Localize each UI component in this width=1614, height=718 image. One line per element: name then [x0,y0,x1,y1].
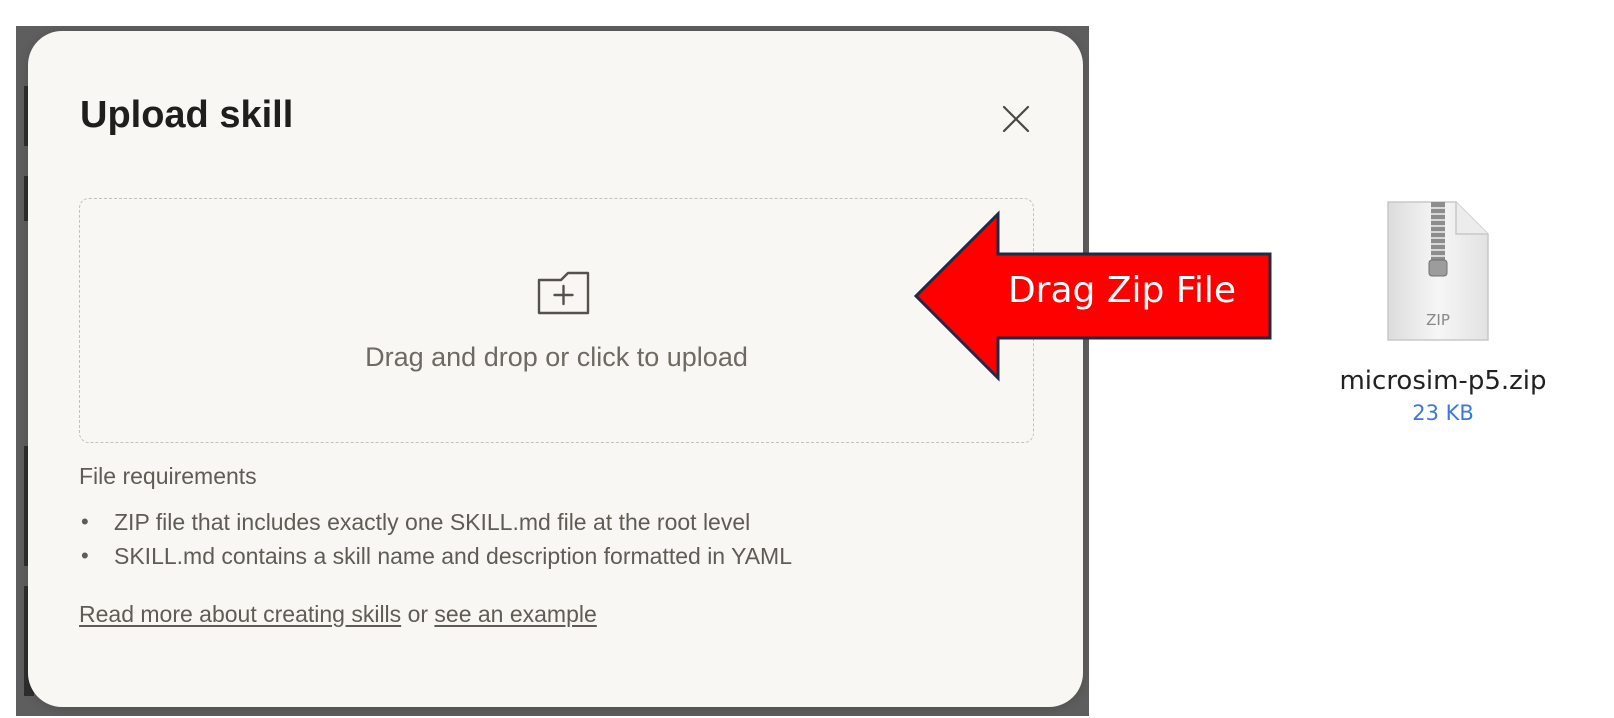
requirements-list: • ZIP file that includes exactly one SKI… [79,505,792,573]
close-icon [1002,105,1030,133]
read-more-link[interactable]: Read more about creating skills [79,601,401,627]
close-button[interactable] [994,97,1038,141]
requirement-text: ZIP file that includes exactly one SKILL… [114,509,751,535]
zip-icon-label: ZIP [1426,311,1450,329]
bullet-icon: • [81,543,89,568]
file-dropzone[interactable]: Drag and drop or click to upload [79,198,1034,443]
zip-file-item[interactable]: ZIP microsim-p5.zip 23 KB [1318,198,1568,438]
list-item: • ZIP file that includes exactly one SKI… [79,505,792,539]
links-separator: or [407,601,429,627]
list-item: • SKILL.md contains a skill name and des… [79,539,792,573]
file-size: 23 KB [1412,401,1474,425]
arrow-label: Drag Zip File [1007,270,1237,311]
dropzone-label: Drag and drop or click to upload [365,342,748,372]
dialog-title: Upload skill [80,94,294,136]
file-name: microsim-p5.zip [1339,366,1547,396]
zip-file-icon: ZIP [1387,201,1489,341]
help-links: Read more about creating skills or see a… [79,601,597,628]
folder-plus-icon [537,271,590,315]
requirement-text: SKILL.md contains a skill name and descr… [114,543,792,569]
bullet-icon: • [81,509,89,534]
see-example-link[interactable]: see an example [434,601,596,627]
requirements-title: File requirements [79,463,257,489]
